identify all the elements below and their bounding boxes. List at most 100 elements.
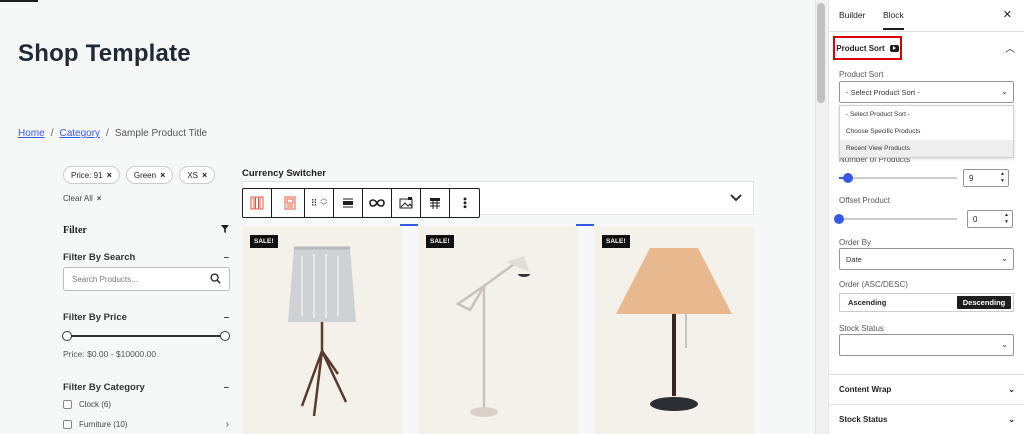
stepper-icon[interactable]: ▲ ▼ bbox=[1000, 171, 1005, 185]
order-by-label: Order By bbox=[839, 238, 872, 247]
product-image[interactable] bbox=[594, 226, 754, 434]
price-range-text: Price: $0.00 - $10000.00 bbox=[63, 349, 157, 359]
collapse-icon[interactable]: – bbox=[224, 312, 229, 323]
settings-sidebar: Builder Block ✕ Product Sort ︿ Product S… bbox=[828, 0, 1024, 434]
filter-heading: Filter bbox=[63, 225, 229, 236]
select-value: - Select Product Sort - bbox=[846, 88, 920, 97]
search-placeholder: Search Products... bbox=[72, 275, 138, 284]
sidebar-tabs: Builder Block ✕ bbox=[829, 0, 1024, 32]
dropdown-option[interactable]: Recent View Products bbox=[840, 140, 1013, 157]
checkbox[interactable] bbox=[63, 400, 72, 409]
align-icon[interactable] bbox=[334, 189, 363, 217]
section-label: Filter By Price bbox=[63, 312, 127, 323]
selection-indicator bbox=[576, 224, 594, 226]
filter-chip[interactable]: Price: 91 × bbox=[63, 166, 120, 184]
sale-badge: SALE! bbox=[426, 235, 454, 248]
product-card[interactable]: SALE! bbox=[594, 226, 754, 434]
panel-title: Product Sort bbox=[836, 43, 885, 53]
search-icon[interactable] bbox=[210, 273, 221, 284]
close-icon[interactable]: × bbox=[202, 170, 207, 180]
search-input[interactable]: Search Products... bbox=[63, 267, 230, 291]
move-arrows-icon[interactable]: ︿ ﹀ bbox=[320, 195, 327, 211]
active-filter-chips: Price: 91 × Green × XS × bbox=[63, 166, 216, 184]
chevron-down-icon: ⌄ bbox=[1001, 254, 1008, 263]
stock-status-select[interactable]: ⌄ bbox=[839, 334, 1014, 356]
product-card[interactable]: SALE! bbox=[418, 226, 578, 434]
number-products-slider[interactable] bbox=[839, 173, 957, 183]
table-icon[interactable] bbox=[421, 189, 450, 217]
close-icon: × bbox=[96, 194, 102, 203]
filter-chip[interactable]: Green × bbox=[125, 166, 174, 184]
video-icon[interactable] bbox=[889, 44, 899, 52]
image-icon[interactable] bbox=[392, 189, 421, 217]
number-products-input[interactable]: 9 ▲ ▼ bbox=[963, 169, 1009, 187]
filter-chip[interactable]: XS × bbox=[179, 166, 216, 184]
section-label: Filter By Search bbox=[63, 252, 136, 263]
descending-option[interactable]: Descending bbox=[957, 296, 1011, 309]
stock-status-label: Stock Status bbox=[839, 324, 884, 333]
product-sort-panel-title[interactable]: Product Sort bbox=[833, 36, 902, 60]
category-item[interactable]: Furniture (10) › bbox=[63, 419, 229, 430]
tab-block[interactable]: Block bbox=[883, 10, 904, 30]
price-slider[interactable] bbox=[62, 331, 230, 341]
chevron-down-icon[interactable] bbox=[729, 190, 743, 204]
breadcrumb: Home / Category / Sample Product Title bbox=[18, 128, 207, 139]
panel-title: Stock Status bbox=[839, 415, 888, 424]
funnel-icon[interactable] bbox=[221, 225, 229, 233]
chip-label: XS bbox=[187, 170, 199, 180]
breadcrumb-separator: / bbox=[106, 128, 109, 139]
breadcrumb-home[interactable]: Home bbox=[18, 128, 45, 139]
section-label: Filter By Category bbox=[63, 382, 145, 393]
product-image[interactable] bbox=[418, 226, 578, 434]
columns-icon[interactable] bbox=[243, 189, 272, 217]
product-image[interactable] bbox=[242, 226, 402, 434]
price-max-handle[interactable] bbox=[220, 331, 230, 341]
collapse-icon[interactable]: – bbox=[224, 252, 229, 263]
editor-canvas: Shop Template Home / Category / Sample Produ… bbox=[0, 0, 815, 434]
content-wrap-panel[interactable]: Content Wrap ⌄ bbox=[829, 374, 1024, 404]
dropdown-option[interactable]: - Select Product Sort - bbox=[840, 106, 1013, 123]
link-icon[interactable] bbox=[363, 189, 392, 217]
breadcrumb-category[interactable]: Category bbox=[59, 128, 100, 139]
price-min-handle[interactable] bbox=[62, 331, 72, 341]
drag-handle-icon[interactable]: ⠿ ︿ ﹀ bbox=[305, 189, 334, 217]
offset-product-input[interactable]: 0 ▲ ▼ bbox=[967, 210, 1013, 228]
slider-handle[interactable] bbox=[834, 214, 844, 224]
select-value: Date bbox=[846, 255, 862, 264]
top-indicator bbox=[0, 0, 38, 2]
chevron-right-icon[interactable]: › bbox=[226, 419, 229, 430]
chip-label: Price: 91 bbox=[71, 170, 103, 180]
stepper-icon[interactable]: ▲ ▼ bbox=[1004, 212, 1009, 226]
clear-all-button[interactable]: Clear All × bbox=[63, 194, 101, 203]
product-sort-panel: Product Sort ︿ Product Sort - Select Pro… bbox=[829, 32, 1024, 372]
category-item[interactable]: Clock (6) bbox=[63, 400, 111, 409]
order-by-select[interactable]: Date ⌄ bbox=[839, 248, 1014, 270]
tab-builder[interactable]: Builder bbox=[839, 10, 865, 20]
product-card[interactable]: SALE! bbox=[242, 226, 402, 434]
product-sort-dropdown: - Select Product Sort - Choose Specific … bbox=[839, 105, 1014, 158]
checkbox[interactable] bbox=[63, 420, 72, 429]
panel-title: Content Wrap bbox=[839, 385, 892, 394]
stock-status-panel[interactable]: Stock Status ⌄ bbox=[829, 404, 1024, 434]
chevron-up-icon[interactable]: ︿ bbox=[1005, 40, 1015, 55]
scrollbar-thumb[interactable] bbox=[817, 3, 825, 103]
category-label: Furniture (10) bbox=[79, 420, 128, 429]
chevron-down-icon: ⌄ bbox=[1001, 340, 1008, 349]
close-icon[interactable]: × bbox=[107, 170, 112, 180]
collapse-icon[interactable]: – bbox=[224, 382, 229, 393]
order-label: Order (ASC/DESC) bbox=[839, 280, 908, 289]
offset-product-slider[interactable] bbox=[834, 214, 957, 224]
block-toolbar: ⠿ ︿ ﹀ ••• bbox=[242, 188, 480, 218]
dropdown-option[interactable]: Choose Specific Products bbox=[840, 123, 1013, 140]
input-value: 0 bbox=[973, 215, 978, 224]
close-icon[interactable]: × bbox=[160, 170, 165, 180]
chevron-down-icon[interactable]: ⌄ bbox=[1008, 385, 1015, 394]
ascending-option[interactable]: Ascending bbox=[840, 294, 957, 311]
block-type-icon[interactable] bbox=[276, 189, 305, 217]
close-icon[interactable]: ✕ bbox=[1003, 8, 1012, 21]
more-options-icon[interactable]: ••• bbox=[450, 189, 479, 217]
slider-handle[interactable] bbox=[843, 173, 854, 183]
product-sort-select[interactable]: - Select Product Sort - ⌄ bbox=[839, 81, 1014, 103]
filter-title: Filter bbox=[63, 225, 87, 236]
chevron-down-icon[interactable]: ⌄ bbox=[1008, 415, 1015, 424]
